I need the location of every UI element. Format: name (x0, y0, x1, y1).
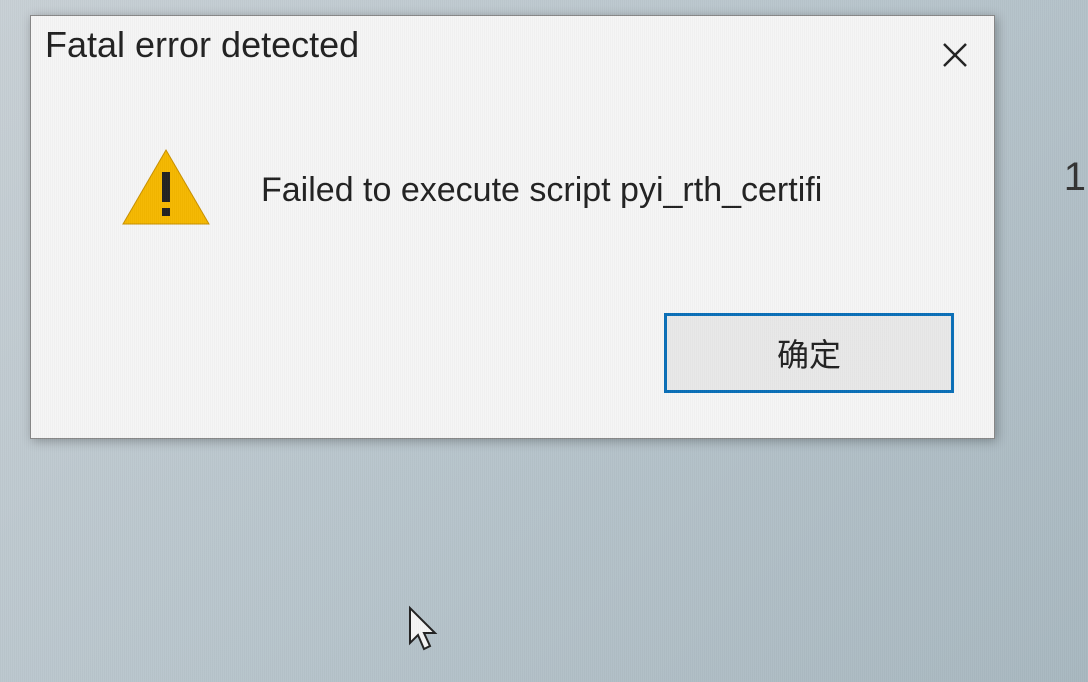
cursor-icon (405, 605, 445, 660)
button-row: 确定 (31, 313, 994, 438)
side-text: 1 (1064, 155, 1086, 200)
close-icon (940, 40, 970, 70)
warning-icon (121, 148, 211, 233)
error-dialog: Fatal error detected Failed to execute s… (30, 15, 995, 439)
error-message: Failed to execute script pyi_rth_certifi (261, 171, 822, 210)
dialog-content: Failed to execute script pyi_rth_certifi (31, 88, 994, 313)
titlebar: Fatal error detected (31, 16, 994, 88)
dialog-title: Fatal error detected (45, 24, 359, 66)
close-button[interactable] (930, 30, 980, 80)
ok-button[interactable]: 确定 (664, 313, 954, 393)
